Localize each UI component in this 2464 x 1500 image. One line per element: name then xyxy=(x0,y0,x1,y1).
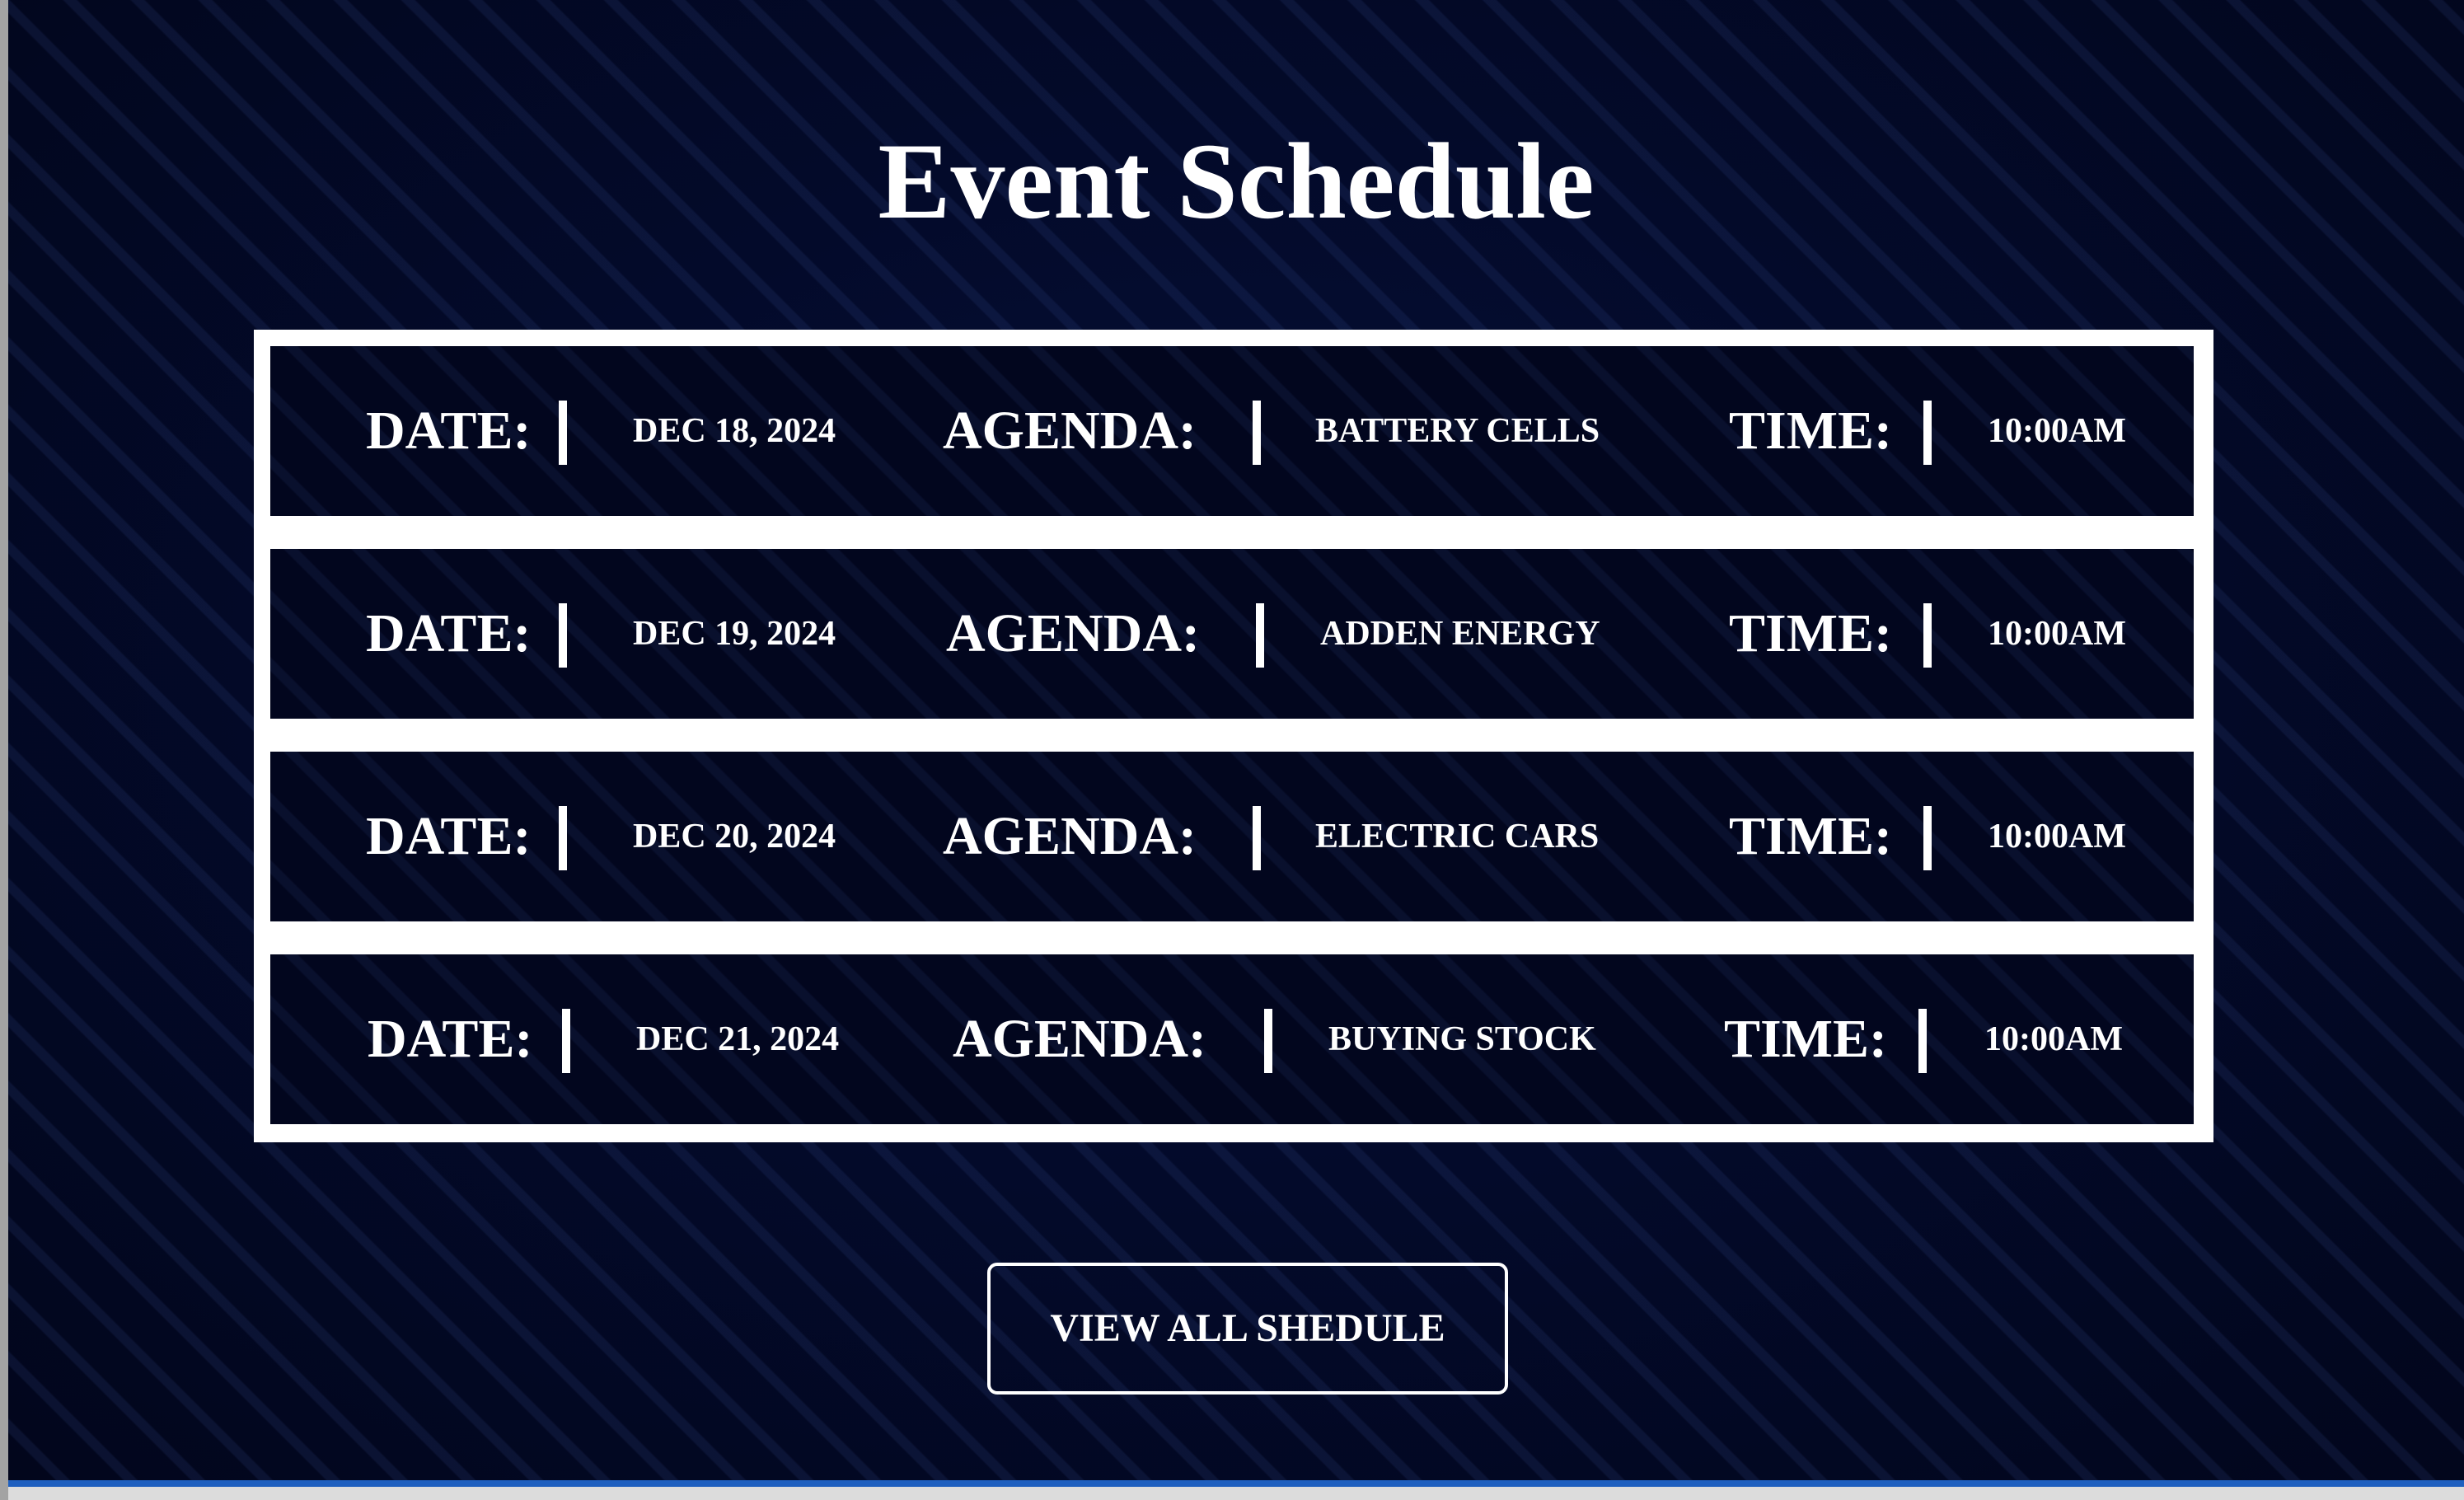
date-value: DEC 21, 2024 xyxy=(636,1020,840,1058)
divider xyxy=(1264,1009,1272,1073)
time-value: 10:00AM xyxy=(1988,615,2126,653)
window-bottom-bar xyxy=(8,1480,2464,1500)
date-label: DATE: xyxy=(368,1009,533,1069)
divider xyxy=(1256,603,1264,668)
time-label: TIME: xyxy=(1729,603,1892,663)
window-left-edge xyxy=(0,0,8,1500)
divider xyxy=(1923,401,1932,465)
time-value: 10:00AM xyxy=(1988,412,2126,450)
agenda-label: AGENDA: xyxy=(943,401,1197,461)
agenda-label: AGENDA: xyxy=(943,806,1197,866)
view-all-schedule-button[interactable]: VIEW ALL SHEDULE xyxy=(987,1263,1508,1395)
date-label: DATE: xyxy=(366,401,532,461)
divider xyxy=(1253,401,1261,465)
agenda-value: BUYING STOCK xyxy=(1328,1020,1596,1058)
divider xyxy=(1923,806,1932,870)
date-value: DEC 18, 2024 xyxy=(633,412,836,450)
date-value: DEC 19, 2024 xyxy=(633,615,836,653)
page-title: Event Schedule xyxy=(878,120,1595,241)
schedule-row: DATE: DEC 21, 2024 AGENDA: BUYING STOCK … xyxy=(270,954,2194,1124)
agenda-value: BATTERY CELLS xyxy=(1315,412,1600,450)
agenda-value: ELECTRIC CARS xyxy=(1315,818,1600,855)
event-schedule-section: Event Schedule DATE: DEC 18, 2024 AGENDA… xyxy=(8,0,2464,1480)
agenda-label: AGENDA: xyxy=(953,1009,1206,1069)
time-label: TIME: xyxy=(1729,806,1892,866)
divider xyxy=(1918,1009,1927,1073)
agenda-label: AGENDA: xyxy=(946,603,1200,663)
divider xyxy=(559,806,567,870)
divider xyxy=(562,1009,570,1073)
date-label: DATE: xyxy=(366,603,532,663)
schedule-row: DATE: DEC 19, 2024 AGENDA: ADDEN ENERGY … xyxy=(270,549,2194,719)
agenda-value: ADDEN ENERGY xyxy=(1320,615,1600,653)
time-value: 10:00AM xyxy=(1984,1020,2123,1058)
date-value: DEC 20, 2024 xyxy=(633,818,836,855)
divider xyxy=(559,401,567,465)
time-label: TIME: xyxy=(1729,401,1892,461)
divider xyxy=(1253,806,1261,870)
time-label: TIME: xyxy=(1724,1009,1887,1069)
divider xyxy=(1923,603,1932,668)
schedule-row: DATE: DEC 20, 2024 AGENDA: ELECTRIC CARS… xyxy=(270,752,2194,921)
date-label: DATE: xyxy=(366,806,532,866)
schedule-table: DATE: DEC 18, 2024 AGENDA: BATTERY CELLS… xyxy=(254,330,2213,1142)
divider xyxy=(559,603,567,668)
schedule-row: DATE: DEC 18, 2024 AGENDA: BATTERY CELLS… xyxy=(270,346,2194,516)
time-value: 10:00AM xyxy=(1988,818,2126,855)
